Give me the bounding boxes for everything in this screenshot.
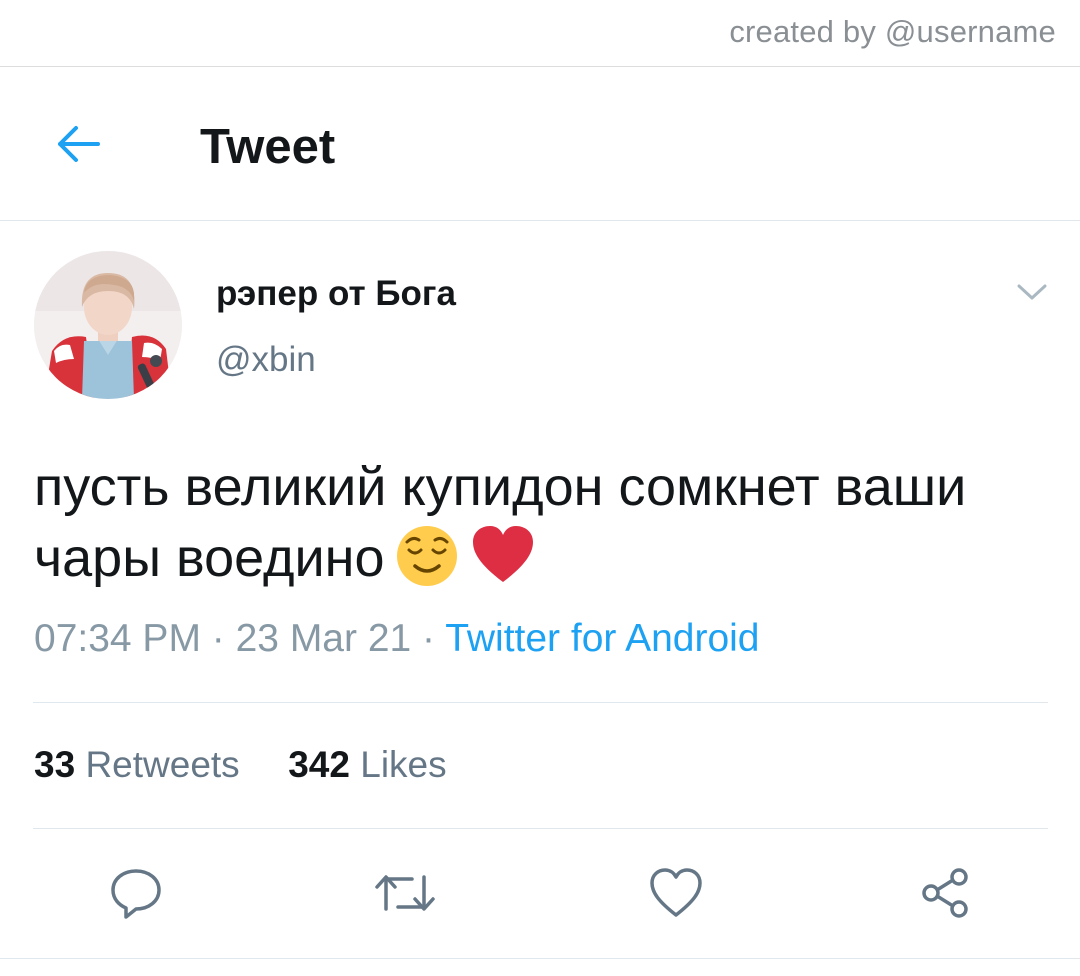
likes-count: 342	[288, 744, 350, 785]
relieved-face-icon	[393, 522, 461, 607]
tweet-source-link[interactable]: Twitter for Android	[445, 617, 759, 660]
divider	[0, 958, 1080, 959]
meta-separator: ·	[411, 617, 446, 660]
reply-button[interactable]	[101, 858, 171, 928]
retweet-icon	[375, 875, 435, 911]
retweets-count: 33	[34, 744, 76, 785]
page-title: Tweet	[200, 120, 336, 174]
retweets-stat[interactable]: 33 Retweets	[34, 744, 250, 785]
tweet-stats: 33 Retweets 342 Likes	[34, 744, 447, 786]
share-button[interactable]	[910, 858, 980, 928]
divider	[33, 702, 1048, 703]
arrow-left-icon	[58, 126, 100, 162]
watermark-text: created by @username	[729, 14, 1056, 49]
avatar[interactable]	[34, 251, 182, 399]
reply-icon	[111, 869, 161, 919]
retweet-button[interactable]	[370, 858, 440, 928]
red-heart-icon	[469, 522, 537, 607]
tweet-menu-button[interactable]	[1012, 276, 1052, 308]
author-display-name[interactable]: рэпер от Бога	[216, 274, 456, 314]
author-handle[interactable]: @xbin	[216, 340, 316, 380]
tweet-body: пусть великий купидон сомкнет ваши чары …	[34, 452, 1044, 607]
likes-stat[interactable]: 342 Likes	[278, 744, 447, 785]
back-button[interactable]	[50, 119, 106, 169]
tweet-detail-screen: created by @username Tweet рэпер от Бога…	[0, 0, 1080, 976]
like-button[interactable]	[641, 858, 711, 928]
header-bar: Tweet	[0, 67, 1080, 220]
likes-label: Likes	[360, 744, 447, 785]
retweets-label: Retweets	[85, 744, 240, 785]
tweet-meta: 07:34 PM · 23 Mar 21 · Twitter for Andro…	[34, 617, 760, 661]
chevron-down-icon	[1017, 284, 1047, 300]
meta-separator: ·	[200, 617, 236, 660]
divider	[33, 828, 1048, 829]
tweet-time: 07:34 PM	[34, 617, 201, 660]
heart-icon	[650, 868, 702, 917]
divider	[0, 220, 1080, 221]
tweet-date: 23 Mar 21	[235, 617, 412, 660]
tweet-actions-bar	[0, 858, 1080, 928]
share-icon	[922, 868, 968, 918]
